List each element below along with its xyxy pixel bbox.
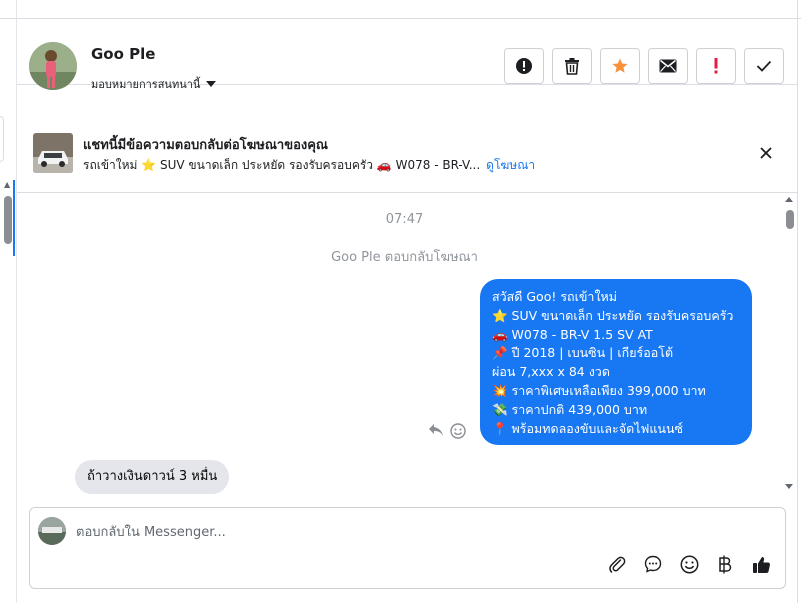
emoji-button[interactable] [677,552,701,576]
ad-banner-title: แชทนี้มีข้อความตอบกลับต่อโฆษณาของคุณ [83,138,328,153]
ad-text-preview: รถเข้าใหม่ ⭐ SUV ขนาดเล็ก ประหยัด รองรับ… [83,158,481,172]
contact-avatar[interactable] [29,42,77,90]
message-line: 📌 ปี 2018 | เบนซิน | เกียร์ออโต้ [492,345,674,361]
exclamation-icon [714,58,718,74]
scroll-up-icon[interactable] [785,197,793,202]
left-panel-selected-indicator [13,180,15,256]
reply-input[interactable] [76,520,726,544]
payment-button[interactable] [713,552,737,576]
message-line: สวัสดี Goo! รถเข้าใหม่ [492,289,618,304]
message-line: ผ่อน 7,xxx x 84 งวด [492,364,610,380]
attach-button[interactable] [605,552,629,576]
spam-button[interactable] [504,48,544,84]
left-panel-card-edge [0,116,4,162]
chevron-down-icon [206,81,217,87]
paperclip-icon [609,556,626,573]
header-actions [504,48,784,84]
check-icon [756,60,772,72]
message-timestamp: 07:47 [385,212,424,227]
chat-bubble-icon [644,555,662,573]
composer-toolbar [605,552,773,576]
ad-reply-banner: แชทนี้มีข้อความตอบกลับต่อโฆษณาของคุณ รถเ… [17,114,797,193]
emoji-reaction-icon[interactable] [450,423,466,439]
mark-done-button[interactable] [744,48,784,84]
envelope-icon [659,59,677,73]
ad-banner-subtitle: รถเข้าใหม่ ⭐ SUV ขนาดเล็ก ประหยัด รองรับ… [83,156,535,175]
message-line: ⭐ SUV ขนาดเล็ก ประหยัด รองรับครอบครัว [492,307,734,323]
thread-scrollbar[interactable] [782,194,797,494]
reply-icon[interactable] [428,423,444,437]
message-thread: 07:47 Goo Ple ตอบกลับโฆษณา สวัสดี Goo! ร… [17,194,797,494]
outgoing-message-bubble[interactable]: สวัสดี Goo! รถเข้าใหม่ ⭐ SUV ขนาดเล็ก ปร… [480,279,752,445]
assign-label: มอบหมายการสนทนานี้ [91,78,201,91]
alert-circle-icon [516,58,532,74]
follow-up-button[interactable] [696,48,736,84]
view-ad-link[interactable]: ดูโฆษณา [486,158,535,172]
message-composer [29,507,786,589]
trash-icon [565,58,579,75]
contact-name[interactable]: Goo Ple [91,45,155,63]
star-icon [612,58,628,73]
messenger-conversation-panel: ▲ Goo Ple มอบหมายการสนทนานี้ แชทนี้มีข้อ… [0,0,801,603]
message-actions [428,423,466,439]
ad-reply-note: Goo Ple ตอบกลับโฆษณา [331,250,478,265]
star-button[interactable] [600,48,640,84]
delete-button[interactable] [552,48,592,84]
left-scrollbar-thumb[interactable] [4,196,12,244]
right-panel-edge [797,0,801,603]
page-avatar [38,517,66,545]
scroll-up-icon[interactable]: ▲ [4,180,10,189]
emoji-icon [680,555,698,573]
ad-thumbnail[interactable] [33,133,73,173]
saved-replies-button[interactable] [641,552,665,576]
assign-conversation-dropdown[interactable]: มอบหมายการสนทนานี้ [91,75,217,93]
like-button[interactable] [749,552,773,576]
message-line: 💸 ราคาปกติ 439,000 บาท [492,401,648,417]
thumbs-up-icon [752,556,770,573]
mark-unread-button[interactable] [648,48,688,84]
baht-icon [719,555,732,573]
scroll-down-icon[interactable] [785,484,793,489]
close-banner-button[interactable] [755,142,777,164]
message-line: 📍 พร้อมทดลองขับและจัดไฟแนนซ์ [492,420,683,436]
conversation-header: Goo Ple มอบหมายการสนทนานี้ [17,19,797,91]
thread-scrollbar-thumb[interactable] [786,210,794,229]
incoming-message-bubble[interactable]: ถ้าวางเงินดาวน์ 3 หมื่น [75,460,230,494]
close-icon [760,147,772,159]
left-panel-edge: ▲ [0,0,17,603]
message-line: 🚗 W078 - BR-V 1.5 SV AT [492,326,653,342]
message-line: 💥 ราคาพิเศษเหลือเพียง 399,000 บาท [492,382,706,398]
